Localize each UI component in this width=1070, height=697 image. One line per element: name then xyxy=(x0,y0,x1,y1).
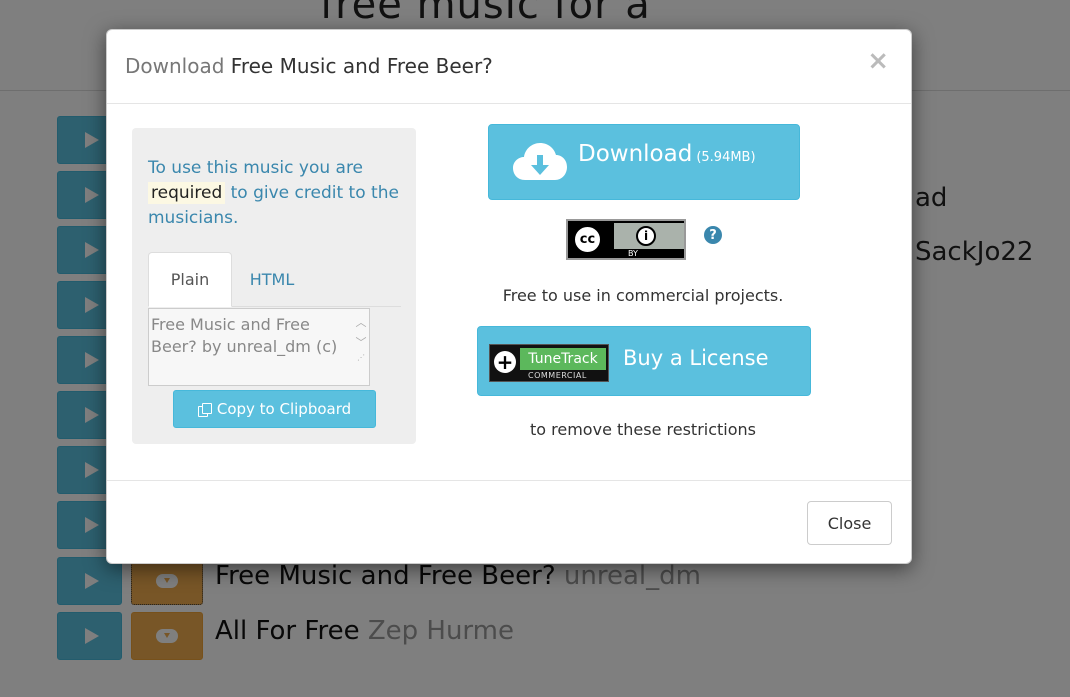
resize-grip-icon[interactable]: ⋰ xyxy=(355,353,367,363)
tunetrack-logo: + TuneTrack COMMERCIAL xyxy=(489,344,609,382)
cc-badge-top: i xyxy=(614,223,684,249)
commercial-use-note: Free to use in commercial projects. xyxy=(502,286,784,305)
person-icon: i xyxy=(636,226,656,246)
textarea-scrollbar[interactable]: ︿ ﹀ ⋰ xyxy=(355,313,367,363)
download-label-text: Download xyxy=(578,141,693,167)
cc-icon: cc xyxy=(572,224,603,255)
buy-license-label: Buy a License xyxy=(623,346,769,370)
cc-by-license-badge[interactable]: i cc BY xyxy=(566,219,686,260)
restrictions-note: to remove these restrictions xyxy=(530,420,756,439)
credit-text-1: To use this music you are xyxy=(148,158,364,178)
copy-icon xyxy=(197,402,212,417)
modal-footer: Close xyxy=(107,480,911,564)
copy-button-label: Copy to Clipboard xyxy=(216,400,352,418)
attribution-text: Free Music and Free Beer? by unreal_dm (… xyxy=(151,315,338,356)
modal-header: Download Free Music and Free Beer? × xyxy=(107,30,911,104)
plus-icon: + xyxy=(494,351,516,373)
tab-plain[interactable]: Plain xyxy=(148,252,232,307)
help-icon[interactable]: ? xyxy=(704,226,722,244)
download-button-label: Download (5.94MB) xyxy=(578,141,756,167)
buy-license-button[interactable]: + TuneTrack COMMERCIAL Buy a License xyxy=(477,326,811,396)
download-button[interactable]: Download (5.94MB) xyxy=(488,124,800,200)
modal-title: Download Free Music and Free Beer? xyxy=(125,54,493,78)
download-modal: Download Free Music and Free Beer? × To … xyxy=(106,29,912,564)
credit-notice: To use this music you are required to gi… xyxy=(148,156,408,231)
download-file-size: (5.94MB) xyxy=(696,150,756,165)
copy-to-clipboard-button[interactable]: Copy to Clipboard xyxy=(173,390,376,428)
close-icon[interactable]: × xyxy=(867,48,889,74)
tab-html[interactable]: HTML xyxy=(232,252,312,306)
tunetrack-name: TuneTrack xyxy=(520,348,606,370)
cc-by-label: BY xyxy=(628,249,638,258)
close-button[interactable]: Close xyxy=(807,501,892,545)
chevron-down-icon[interactable]: ﹀ xyxy=(355,333,367,353)
attribution-tabs: Plain HTML xyxy=(148,252,401,307)
cloud-download-icon xyxy=(513,143,567,180)
chevron-up-icon[interactable]: ︿ xyxy=(355,313,367,333)
modal-title-track: Free Music and Free Beer? xyxy=(230,54,493,78)
attribution-panel: To use this music you are required to gi… xyxy=(132,128,416,444)
attribution-textarea[interactable]: Free Music and Free Beer? by unreal_dm (… xyxy=(148,308,370,386)
tunetrack-sub: COMMERCIAL xyxy=(528,371,587,380)
credit-required-highlight: required xyxy=(148,182,226,204)
modal-title-prefix: Download xyxy=(125,54,225,78)
